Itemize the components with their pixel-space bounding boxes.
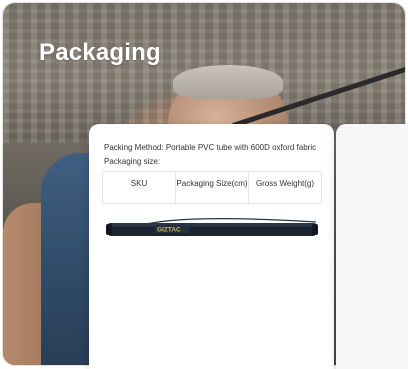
bag-logo-text: GIZTAC [157,227,181,234]
table-header-gross-weight: Gross Weight(g) [248,172,321,203]
packaging-size-label: Packaging size: [104,157,161,166]
packaging-card: Packing Method: Portable PVC tube with 6… [89,124,334,369]
table-header-sku: SKU [130,179,148,188]
section-title: Packaging [39,39,161,66]
packing-method-text: Packing Method: Portable PVC tube with 6… [104,143,317,152]
packaging-table: SKU Packaging Size(cm) Gross Weight(g) [102,171,322,204]
table-header-packaging-size: Packaging Size(cm) [175,172,248,203]
background-hair [173,65,283,99]
next-card-peek [336,124,408,369]
fishing-rod-bag-image: GIZTAC [106,218,318,236]
